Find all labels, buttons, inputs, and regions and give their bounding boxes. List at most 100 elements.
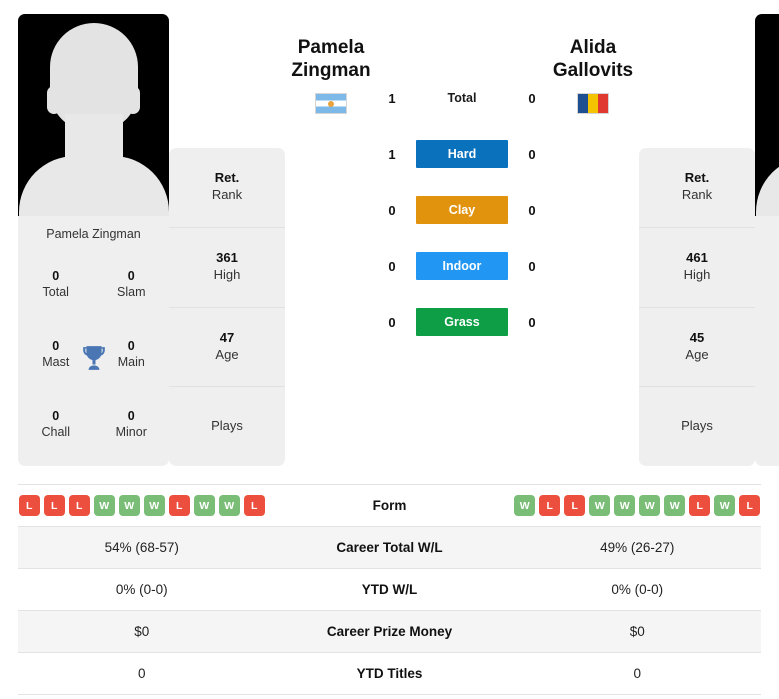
titles-minor-left: 0 Minor [94,409,170,440]
form-badge[interactable]: W [193,495,215,516]
avatar-left [18,14,169,216]
player-name-left: Pamela Zingman [46,227,141,241]
career-prize-money-left: $0 [134,624,150,639]
flag-romania-icon [577,93,609,115]
info-rank-left: Ret. Rank [169,148,285,227]
form-badge[interactable]: L [68,495,90,516]
form-badge[interactable]: W [218,495,240,516]
info-age-left: 47 Age [169,306,285,387]
table-row: 0% (0-0) YTD W/L 0% (0-0) [18,569,761,611]
form-badge[interactable]: W [118,495,140,516]
player-last-name-left: Zingman [291,60,371,82]
form-badge[interactable]: W [714,495,736,516]
titles-total-left-label: Total [42,285,69,299]
surface-hard-left-value: 1 [388,146,396,162]
player-comparison-page: Pamela Zingman 0 Total 0 Slam 0 Mast 0 M… [0,0,779,699]
info-age-right: 45 Age [639,306,755,387]
player-card-left[interactable]: Pamela Zingman 0 Total 0 Slam 0 Mast 0 M… [18,14,169,466]
player-last-name-right: Gallovits [552,60,634,82]
titles-total-right-label: Total [755,285,779,301]
career-total-wl-label: Career Total W/L [336,540,443,555]
form-badge[interactable]: L [689,495,711,516]
form-badge[interactable]: L [168,495,190,516]
info-high-left: 361 High [169,226,285,307]
titles-chall-left: 0 Chall [18,409,94,440]
titles-total-left-value: 0 [52,269,60,284]
surface-total-label: Total [447,91,477,105]
career-total-wl-left: 54% (68-57) [104,540,179,555]
surface-row-indoor: 0 Indoor 0 [377,238,547,294]
form-badge[interactable]: L [43,495,65,516]
ytd-titles-label: YTD Titles [356,666,423,681]
form-badge[interactable]: W [639,495,661,516]
form-badge[interactable]: L [539,495,561,516]
surface-clay-label[interactable]: Clay [416,196,508,224]
titles-chall-right-label: Chall [755,425,779,441]
info-plays-right: Plays [639,386,755,466]
titles-chall-left-label: Chall [41,425,71,439]
ytd-titles-left: 0 [137,666,146,681]
career-prize-money-label: Career Prize Money [326,624,453,639]
player-card-right[interactable]: Alida Gallovits 1 Total 0 Slam 0 Mast 0 … [755,14,779,466]
form-badge[interactable]: W [514,495,536,516]
info-age-right-label: Age [685,346,709,362]
titles-chall-right: 1 Chall [755,409,779,440]
table-row: 54% (68-57) Career Total W/L 49% (26-27) [18,527,761,569]
surface-grass-label[interactable]: Grass [416,308,508,336]
info-high-right-label: High [683,267,711,283]
avatar-shoulders-icon [755,156,779,216]
surface-clay-left-value: 0 [388,202,396,218]
avatar-shoulders-icon [18,156,169,216]
surface-hard-label[interactable]: Hard [416,140,508,168]
form-badge[interactable]: W [589,495,611,516]
avatar-ear-right-icon [126,86,140,114]
form-badge[interactable]: L [18,495,40,516]
player-first-name-right: Alida [569,37,617,58]
info-age-left-value: 47 [219,329,235,345]
table-row: 0 YTD Titles 0 [18,653,761,695]
avatar-right [755,14,779,216]
form-badge[interactable]: L [243,495,265,516]
info-age-right-value: 45 [689,329,705,345]
form-badges-left: LLLWWWLWWL [18,495,266,516]
titles-slam-left-value: 0 [127,269,135,284]
form-badge[interactable]: W [614,495,636,516]
surface-indoor-label[interactable]: Indoor [416,252,508,280]
trophy-icon [82,346,105,370]
career-prize-money-right: $0 [629,624,645,639]
titles-slam-left: 0 Slam [94,269,170,300]
surface-row-clay: 0 Clay 0 [377,182,547,238]
table-row: $0 Career Prize Money $0 [18,611,761,653]
titles-total-left: 0 Total [18,269,94,300]
form-label: Form [372,498,407,513]
titles-mast-right: 0 Mast [755,339,779,370]
info-rank-right: Ret. Rank [639,148,755,227]
info-rank-left-label: Rank [211,187,243,203]
titles-minor-left-label: Minor [115,425,147,439]
form-badge[interactable]: W [664,495,686,516]
player-heading-right: Alida Gallovits [547,14,639,115]
info-rank-left-value: Ret. [214,170,240,186]
titles-chall-left-value: 0 [52,409,60,424]
surface-breakdown: 1 Total 0 1 Hard 0 0 Clay 0 0 Indoor 0 0 [377,14,547,350]
ytd-wl-right: 0% (0-0) [611,582,664,597]
info-rank-right-label: Rank [681,187,713,203]
titles-total-right-value: 1 [755,269,779,285]
titles-chall-right-value: 1 [755,409,779,425]
surface-indoor-left-value: 0 [388,258,396,274]
form-badge[interactable]: L [564,495,586,516]
titles-total-right: 1 Total [755,269,779,300]
form-badge[interactable]: W [143,495,165,516]
titles-mast-right-value: 0 [755,339,779,355]
titles-slam-left-label: Slam [117,285,146,299]
form-badges-right: WLLWWWWLWL [514,495,762,516]
flag-sun-icon [328,100,334,107]
ytd-titles-right: 0 [633,666,641,681]
surface-indoor-right-value: 0 [528,258,536,274]
form-badge[interactable]: L [739,495,761,516]
titles-grid-left: 0 Total 0 Slam 0 Mast 0 Main 0 Chall 0 M… [18,250,169,466]
form-badge[interactable]: W [93,495,115,516]
info-high-left-label: High [213,267,241,283]
player-first-name-left: Pamela [297,37,365,58]
surface-grass-left-value: 0 [388,314,396,330]
